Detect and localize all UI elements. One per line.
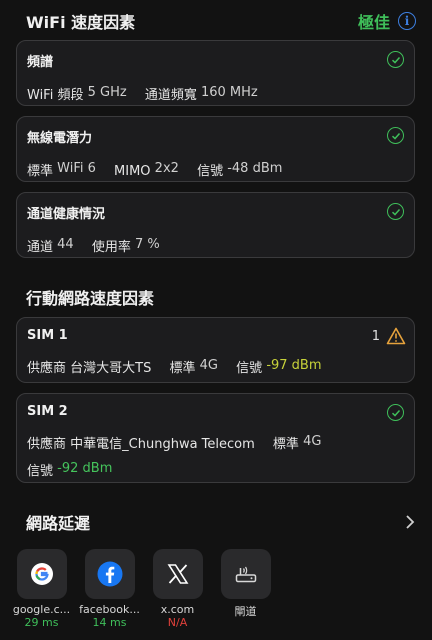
wifi-rating: 極佳 i: [358, 9, 416, 33]
warning-count: 1: [371, 328, 380, 344]
mimo-label: MIMO: [114, 164, 151, 179]
latency-value: 14 ms: [92, 616, 127, 629]
tile-icon-box: [152, 549, 203, 599]
signal-label: 信號: [27, 464, 54, 479]
x-icon: [167, 564, 188, 584]
standard-value: 4G: [199, 358, 219, 373]
band-label: WiFi 頻段: [27, 88, 84, 103]
carrier-label: 供應商: [27, 361, 67, 376]
carrier-value: 台灣大哥大TS: [70, 361, 152, 376]
check-circle-icon: [387, 404, 404, 421]
latency-tile-google[interactable]: google.c... 29 ms: [13, 549, 70, 629]
latency-tile-gateway[interactable]: 閘道: [220, 549, 271, 629]
usage-value: 7 %: [135, 237, 160, 252]
latency-section-header[interactable]: 網路延遲: [26, 511, 416, 533]
latency-value: 29 ms: [24, 616, 59, 629]
sim1-card[interactable]: SIM 1 1 供應商 台灣大哥大TS 標準 4G 信號 -97 dBm: [16, 317, 415, 383]
latency-value: N/A: [167, 616, 188, 629]
tile-icon-box: [220, 549, 271, 599]
check-circle-icon: [387, 203, 404, 220]
latency-targets: google.c... 29 ms facebook... 14 ms x.co…: [13, 549, 271, 629]
radio-card-row: 標準 WiFi 6 MIMO 2x2 信號 -48 dBm: [27, 160, 404, 179]
latency-target-name: google.c...: [12, 603, 71, 616]
carrier-label: 供應商: [27, 437, 67, 452]
tile-icon-box: [84, 549, 135, 599]
chevron-right-icon[interactable]: [404, 514, 416, 530]
channel-width-value: 160 MHz: [200, 85, 258, 100]
check-circle-icon: [387, 127, 404, 144]
signal-value: -48 dBm: [227, 161, 283, 176]
latency-target-name: facebook...: [79, 603, 140, 616]
radio-card-title: 無線電潛力: [27, 131, 93, 146]
channel-card-title: 通道健康情況: [27, 207, 106, 222]
latency-target-name: x.com: [160, 603, 195, 616]
carrier-value: 中華電信_Chunghwa Telecom: [70, 437, 255, 452]
tile-icon-box: [16, 549, 67, 599]
sim2-row-2: 信號 -92 dBm: [27, 460, 404, 479]
warning-icon: [386, 327, 406, 345]
facebook-icon: [97, 561, 122, 587]
sim1-row: 供應商 台灣大哥大TS 標準 4G 信號 -97 dBm: [27, 357, 404, 376]
standard-label: 標準: [169, 361, 196, 376]
wifi-rating-text: 極佳: [357, 13, 390, 32]
sim2-card[interactable]: SIM 2 供應商 中華電信_Chunghwa Telecom 標準 4G 信號…: [16, 393, 415, 483]
standard-value: WiFi 6: [57, 161, 96, 176]
standard-value: 4G: [303, 434, 322, 449]
signal-value: -92 dBm: [57, 461, 113, 476]
spectrum-card-row: WiFi 頻段 5 GHz 通道頻寬 160 MHz: [27, 84, 404, 103]
standard-label: 標準: [272, 437, 299, 452]
signal-label: 信號: [236, 361, 263, 376]
channel-width-label: 通道頻寬: [144, 88, 197, 103]
usage-label: 使用率: [91, 240, 131, 255]
sim1-title: SIM 1: [27, 328, 68, 343]
google-icon: [30, 563, 53, 585]
standard-label: 標準: [27, 164, 54, 179]
radio-potential-card[interactable]: 無線電潛力 標準 WiFi 6 MIMO 2x2 信號 -48 dBm: [16, 116, 415, 182]
router-icon: [235, 566, 256, 583]
latency-tile-x[interactable]: x.com N/A: [152, 549, 203, 629]
band-value: 5 GHz: [87, 85, 127, 100]
latency-section-title: 網路延遲: [26, 514, 91, 533]
sim1-warning: 1: [372, 327, 406, 345]
sim2-title: SIM 2: [27, 404, 68, 419]
signal-value: -97 dBm: [266, 358, 322, 373]
channel-health-card[interactable]: 通道健康情況 通道 44 使用率 7 %: [16, 192, 415, 258]
mimo-value: 2x2: [154, 161, 179, 176]
mobile-section-title: 行動網路速度因素: [26, 289, 155, 308]
spectrum-card[interactable]: 頻譜 WiFi 頻段 5 GHz 通道頻寬 160 MHz: [16, 40, 415, 106]
sim2-row: 供應商 中華電信_Chunghwa Telecom 標準 4G: [27, 433, 404, 452]
channel-label: 通道: [27, 240, 54, 255]
latency-tile-facebook[interactable]: facebook... 14 ms: [79, 549, 140, 629]
channel-card-row: 通道 44 使用率 7 %: [27, 236, 404, 255]
info-icon[interactable]: i: [398, 12, 416, 30]
signal-label: 信號: [197, 164, 224, 179]
latency-target-name: 閘道: [234, 605, 257, 618]
channel-value: 44: [57, 237, 74, 252]
check-circle-icon: [387, 51, 404, 68]
wifi-section-header: WiFi 速度因素 極佳 i: [26, 10, 416, 32]
wifi-section-title: WiFi 速度因素: [26, 13, 136, 32]
mobile-section-header: 行動網路速度因素: [26, 286, 416, 308]
spectrum-card-title: 頻譜: [27, 55, 54, 70]
